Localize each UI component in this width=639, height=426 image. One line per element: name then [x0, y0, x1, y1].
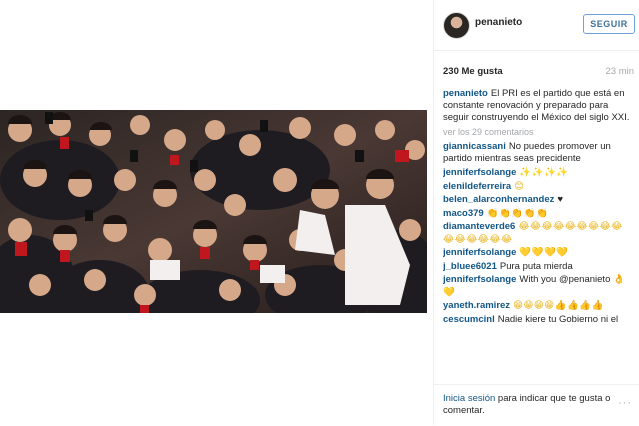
post-footer: Inicia sesión para indicar que te gusta …	[434, 384, 639, 426]
login-prompt: Inicia sesión para indicar que te gusta …	[443, 393, 618, 417]
post-header: penanieto SEGUIR	[434, 0, 639, 51]
comment-username[interactable]: elenildeferreira	[443, 181, 511, 192]
comment-text: ♥	[557, 194, 564, 206]
list-item: belen_alarconhernandez ♥	[443, 194, 634, 206]
list-item: jenniferfsolange With you @penanieto 👌💛	[443, 274, 634, 298]
list-item: jenniferfsolange ✨✨✨✨	[443, 167, 634, 179]
list-item: jenniferfsolange 💛💛💛💛	[443, 247, 634, 259]
list-item: elenildeferreira 😊	[443, 181, 634, 193]
list-item: maco379 👏👏👏👏👏	[443, 208, 634, 220]
comment-username[interactable]: yaneth.ramirez	[443, 300, 510, 311]
comment-username[interactable]: cescumcinl	[443, 314, 495, 325]
photo-area	[0, 0, 433, 425]
comments-list: penanieto El PRI es el partido que está e…	[443, 88, 634, 382]
view-comments-link[interactable]: ver los 29 comentarios	[443, 126, 634, 138]
likes-count[interactable]: 230 Me gusta	[443, 66, 503, 77]
ellipsis-icon[interactable]: ···	[618, 397, 632, 409]
list-item: j_bluee6021 Pura puta mierda	[443, 261, 634, 273]
crowd-photo-illustration	[0, 110, 427, 313]
comment-username[interactable]: j_bluee6021	[443, 261, 497, 272]
comment-username[interactable]: maco379	[443, 208, 484, 219]
comment-username[interactable]: diamanteverde6	[443, 221, 515, 232]
comment-username[interactable]: belen_alarconhernandez	[443, 194, 554, 205]
comment-text: Pura puta mierda	[499, 260, 573, 272]
caption-username[interactable]: penanieto	[443, 88, 488, 99]
comment-text: 😊	[514, 180, 525, 192]
comment-username[interactable]: jenniferfsolange	[443, 167, 516, 178]
comment-text: Nadie kiere tu Gobierno ni el	[497, 313, 619, 325]
caption: penanieto El PRI es el partido que está e…	[443, 88, 634, 125]
list-item: cescumcinl Nadie kiere tu Gobierno ni el	[443, 314, 634, 326]
comment-text: 😁😁😁😁👍👍👍👍	[513, 300, 604, 312]
comment-text: 💛💛💛💛	[519, 247, 569, 259]
login-link[interactable]: Inicia sesión	[443, 393, 495, 404]
list-item: yaneth.ramirez 😁😁😁😁👍👍👍👍	[443, 300, 634, 312]
follow-button[interactable]: SEGUIR	[583, 14, 635, 34]
comment-username[interactable]: jenniferfsolange	[443, 274, 516, 285]
post-side-panel: penanieto SEGUIR 230 Me gusta 23 min pen…	[433, 0, 639, 425]
list-item: giannicassani No puedes promover un parti…	[443, 141, 634, 165]
post-time[interactable]: 23 min	[605, 66, 634, 77]
comment-text: 👏👏👏👏👏	[486, 207, 549, 219]
post-username[interactable]: penanieto	[475, 17, 522, 28]
list-item: diamanteverde6 😂😂😂😂😂😂😂😂😂😂😂😂😂😂😂	[443, 221, 634, 245]
comment-username[interactable]: jenniferfsolange	[443, 247, 516, 258]
avatar[interactable]	[443, 12, 470, 39]
comment-username[interactable]: giannicassani	[443, 141, 506, 152]
comment-text: ✨✨✨✨	[519, 167, 569, 178]
post-photo[interactable]	[0, 110, 427, 313]
